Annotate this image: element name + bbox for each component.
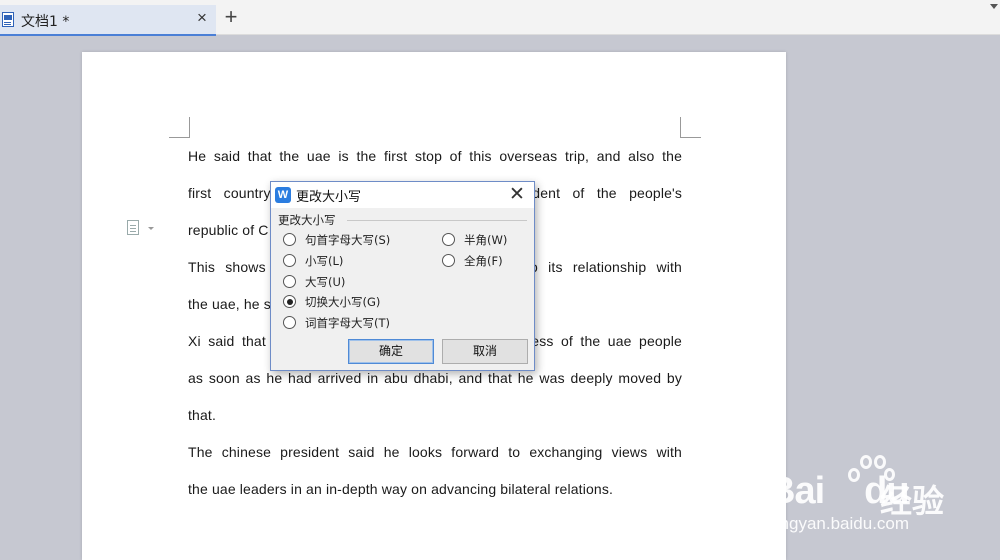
radio-label: 全角(F) <box>464 254 503 268</box>
wps-logo-icon: W <box>275 187 291 203</box>
radio-button[interactable] <box>283 316 296 329</box>
radio-label: 切换大小写(G) <box>305 295 381 309</box>
radio-button[interactable] <box>283 233 296 246</box>
radio-label: 词首字母大写(T) <box>305 316 390 330</box>
watermark-brand-part: Bai <box>768 470 825 512</box>
paragraph-layout-icon[interactable] <box>127 220 139 235</box>
text-line: He said that the uae is the first stop o… <box>188 148 682 164</box>
tab-bar: 文档1 * × + <box>0 0 1000 36</box>
change-case-dialog: W 更改大小写 ✕ 更改大小写 句首字母大写(S) 小写(L) 大写(U) 切换… <box>270 181 535 371</box>
new-tab-icon[interactable]: + <box>220 6 242 28</box>
radio-button[interactable] <box>442 233 455 246</box>
ok-button[interactable]: 确定 <box>348 339 434 364</box>
group-label: 更改大小写 <box>278 213 336 227</box>
close-tab-icon[interactable]: × <box>197 8 207 28</box>
document-tab[interactable]: 文档1 * × <box>0 5 216 36</box>
tab-title: 文档1 * <box>21 14 70 30</box>
radio-label: 句首字母大写(S) <box>305 233 391 247</box>
radio-label: 大写(U) <box>305 275 346 289</box>
cancel-button[interactable]: 取消 <box>442 339 528 364</box>
dropdown-arrow-icon[interactable] <box>990 4 998 9</box>
text-fragment: Xi said that h <box>188 333 282 349</box>
text-line: The chinese president said he looks forw… <box>188 444 682 460</box>
margin-corner-mark <box>680 117 701 138</box>
group-divider <box>347 220 527 221</box>
watermark-url: jingyan.baidu.com <box>772 514 910 533</box>
dialog-title: 更改大小写 <box>296 190 362 205</box>
text-fragment: This shows t <box>188 259 280 275</box>
radio-label: 半角(W) <box>464 233 508 247</box>
text-line: that. <box>188 407 216 423</box>
baidu-jingyan-watermark: Bai du 经验 jingyan.baidu.com <box>768 452 998 552</box>
text-line: the uae leaders in an in-depth way on ad… <box>188 481 614 497</box>
radio-label: 小写(L) <box>305 254 344 268</box>
radio-button-selected[interactable] <box>283 295 296 308</box>
chevron-down-icon[interactable] <box>148 227 154 230</box>
dialog-titlebar[interactable]: W 更改大小写 ✕ <box>271 182 534 208</box>
radio-button[interactable] <box>283 254 296 267</box>
text-fragment: o its relationship with <box>530 259 682 275</box>
text-fragment: first country <box>188 185 283 201</box>
text-fragment: ident of the people's <box>529 185 683 201</box>
margin-corner-mark <box>169 117 190 138</box>
radio-button[interactable] <box>442 254 455 267</box>
radio-button[interactable] <box>283 275 296 288</box>
document-icon <box>2 12 14 27</box>
text-fragment: ess of the uae people <box>531 333 682 349</box>
close-icon[interactable]: ✕ <box>507 182 527 206</box>
